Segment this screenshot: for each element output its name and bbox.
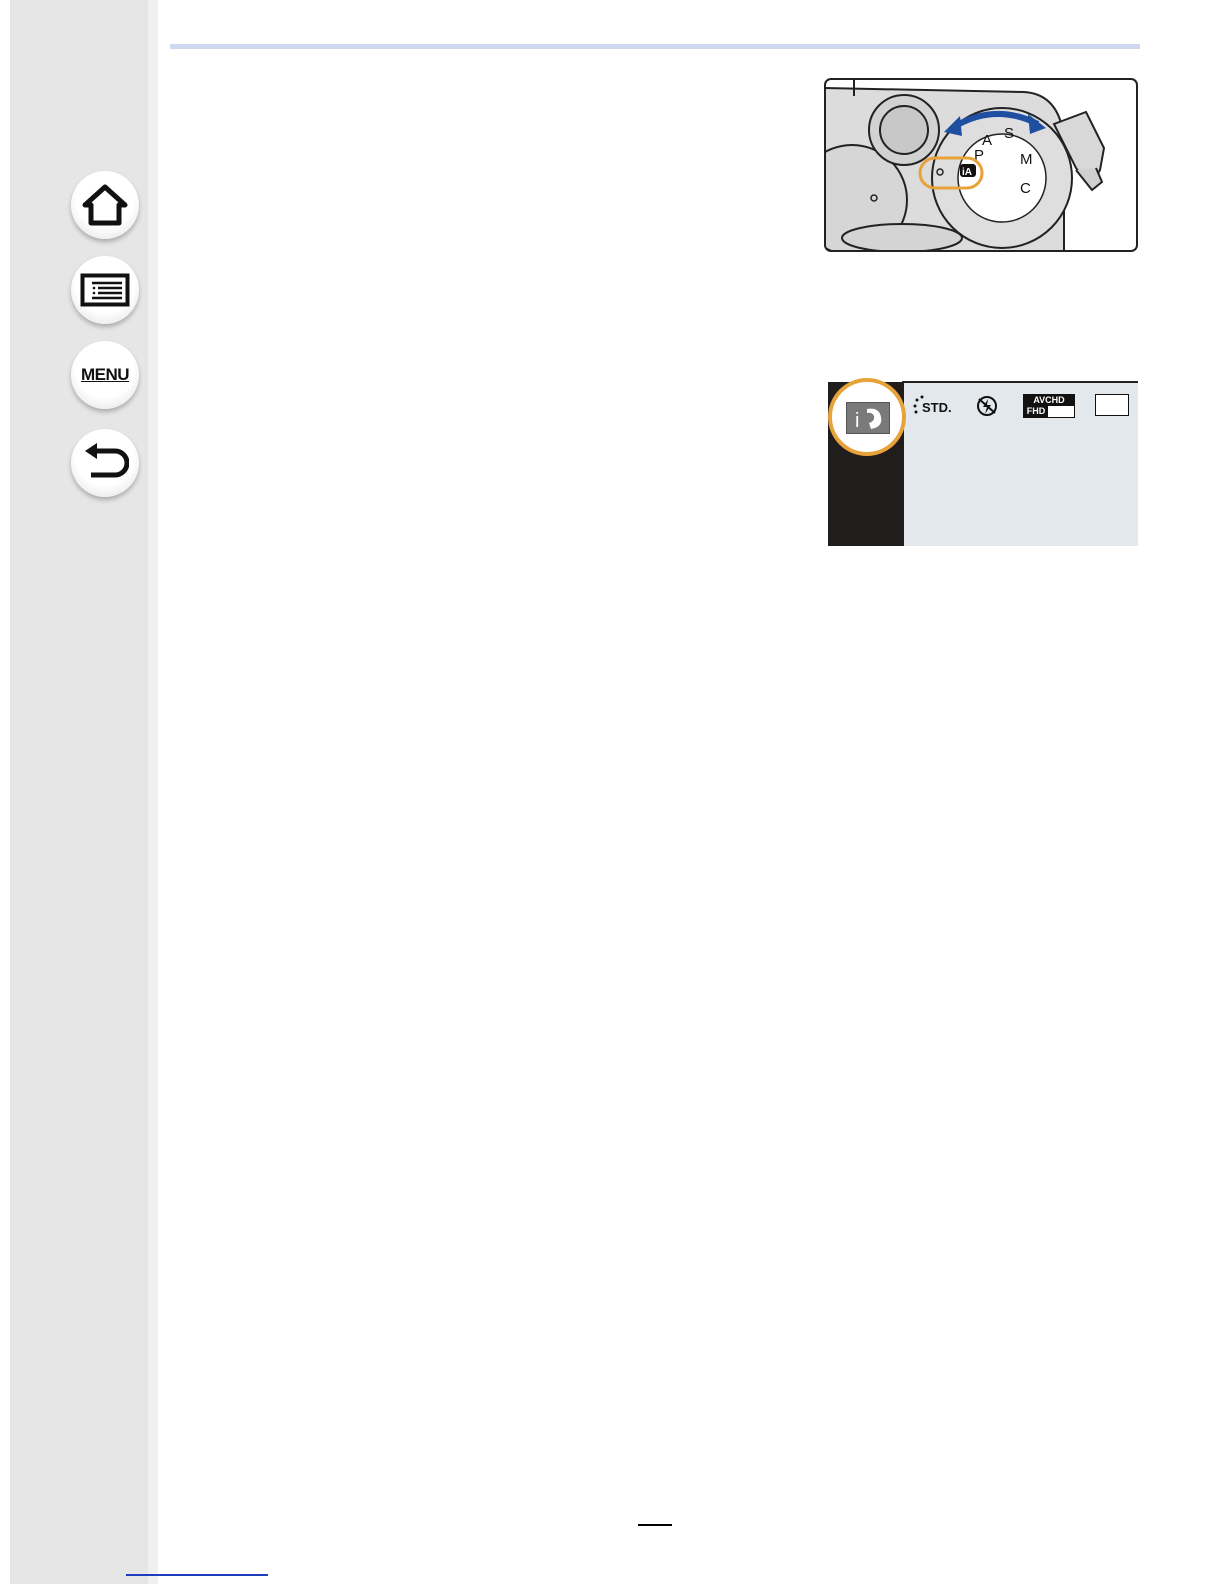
camera-top-drawing: P A S M C iA [824,78,1138,252]
screen-illustration: i STD. AVCHD FHD [826,376,1138,546]
photo-style-indicator: STD. [912,394,956,418]
home-button[interactable] [71,171,139,239]
home-icon [82,184,128,226]
list-icon [80,273,130,307]
header-rule [170,44,1140,49]
flash-off-icon [977,396,997,416]
sidebar-background [10,0,148,1584]
dial-label-a: A [982,132,992,149]
return-arrow-icon [85,443,129,478]
svg-text:i: i [855,410,859,432]
sidebar-edge [148,0,158,1584]
quality-indicator [1095,394,1129,416]
menu-button[interactable]: MENU [71,341,139,409]
dial-label-s: S [1004,125,1014,142]
dial-label-ia: iA [962,167,972,178]
menu-text-icon: MENU [80,365,130,384]
page-number-rule [638,1514,672,1526]
back-button[interactable] [71,429,139,497]
intelligent-auto-icon: i [846,402,890,434]
recording-format-badge: AVCHD FHD [1023,394,1075,418]
dial-label-c: C [1020,180,1031,197]
footer-link-underline[interactable] [126,1574,268,1576]
sidebar-nav: MENU [0,0,160,1584]
mode-dial-illustration: P A S M C iA [824,78,1138,252]
contents-button[interactable] [71,256,139,324]
dial-label-m: M [1020,151,1033,168]
